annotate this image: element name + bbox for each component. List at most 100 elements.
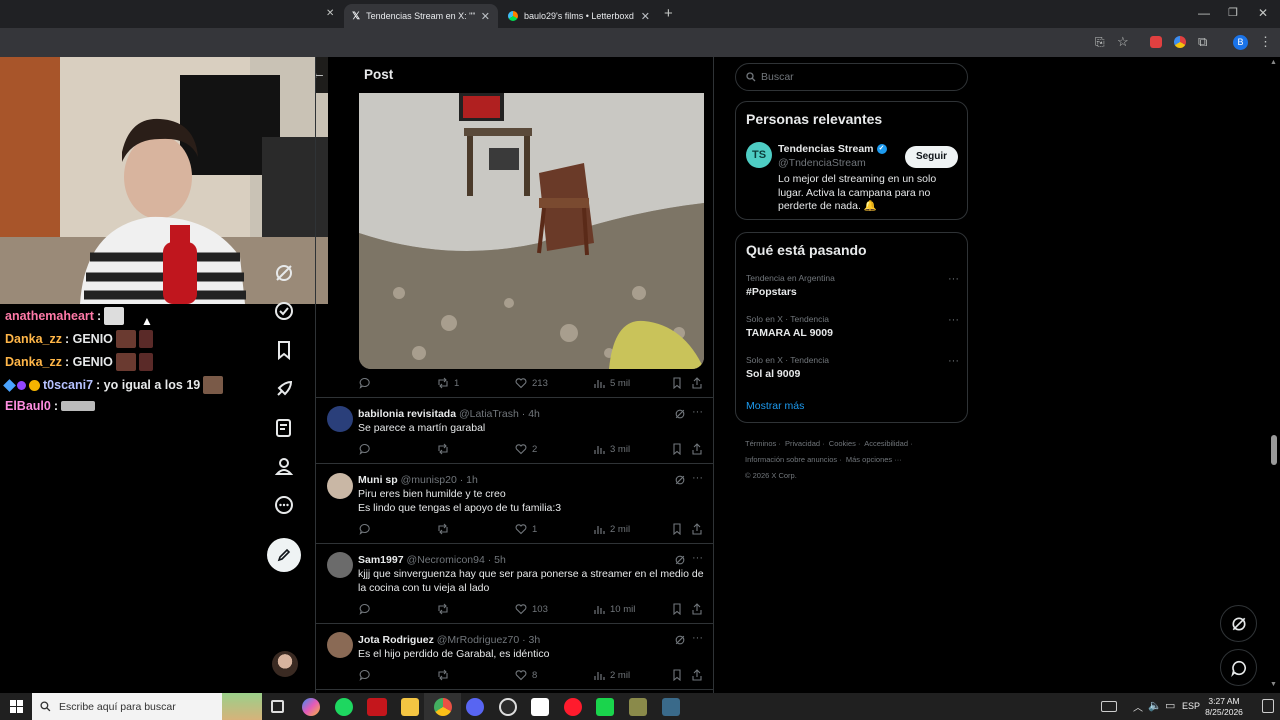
profile-avatar[interactable]: B xyxy=(1233,35,1248,50)
post-media[interactable] xyxy=(359,93,704,369)
more-options-icon[interactable]: ··· xyxy=(692,472,703,484)
share-icon[interactable] xyxy=(691,377,703,389)
reply-button[interactable] xyxy=(359,669,376,681)
grok-icon[interactable] xyxy=(674,554,686,566)
install-app-icon[interactable]: ⎘ xyxy=(1095,35,1105,50)
close-tab-icon[interactable]: ✕ xyxy=(641,10,650,23)
back-arrow-icon[interactable]: ← xyxy=(316,65,326,82)
more-options-icon[interactable]: ··· xyxy=(948,314,959,326)
reply-author[interactable]: Jota Rodriguez xyxy=(358,634,434,646)
keyboard-icon[interactable] xyxy=(1101,701,1117,712)
search-input[interactable]: Buscar xyxy=(761,71,794,83)
bookmark-star-icon[interactable]: ☆ xyxy=(1117,34,1129,50)
share-icon[interactable] xyxy=(691,443,703,455)
windows-start-icon[interactable] xyxy=(10,700,23,713)
like-button[interactable]: 1 xyxy=(515,523,537,535)
reply-button[interactable] xyxy=(359,603,376,615)
window-close-icon[interactable]: ✕ xyxy=(1258,6,1268,20)
more-options-icon[interactable] xyxy=(273,494,295,516)
grok-float-button[interactable] xyxy=(1220,605,1257,642)
scrollbar-thumb[interactable] xyxy=(1271,435,1277,465)
jobs-rocket-icon[interactable] xyxy=(273,378,295,400)
share-icon[interactable] xyxy=(691,523,703,535)
account-avatar[interactable] xyxy=(272,651,298,677)
green-app-icon[interactable] xyxy=(596,698,614,716)
speaker-icon[interactable]: 🔈 xyxy=(1148,699,1162,712)
like-button[interactable]: 2 xyxy=(515,443,537,455)
follow-button[interactable]: Seguir xyxy=(905,146,958,168)
browser-menu-icon[interactable]: ⋮ xyxy=(1259,34,1272,50)
reply-item[interactable]: babilonia revisitada @LatiaTrash · 4h ··… xyxy=(316,398,713,464)
grok-icon[interactable] xyxy=(674,474,686,486)
reply-button[interactable] xyxy=(359,443,376,455)
avatar[interactable]: TS xyxy=(746,142,772,168)
grok-icon[interactable] xyxy=(273,262,295,284)
network-icon[interactable]: ▭ xyxy=(1165,699,1175,712)
spotify-icon[interactable] xyxy=(335,698,353,716)
repost-button[interactable] xyxy=(437,443,454,455)
minimize-icon[interactable]: — xyxy=(1198,6,1210,20)
scroll-up-arrow-icon[interactable]: ▲ xyxy=(1270,59,1277,66)
tab-tendencias-stream[interactable]: 𝕏 Tendencias Stream en X: ""Piru ✕ xyxy=(344,4,498,28)
extension-icon[interactable] xyxy=(1150,36,1162,48)
bookmark-icon[interactable] xyxy=(671,377,683,389)
scroll-down-arrow-icon[interactable]: ▼ xyxy=(1270,681,1277,688)
views-button[interactable]: 3 mil xyxy=(593,443,630,455)
views-button[interactable]: 5 mil xyxy=(593,377,630,389)
reply-author[interactable]: Muni sp xyxy=(358,474,398,486)
streaming-app-icon[interactable] xyxy=(367,698,387,716)
capcut-icon[interactable] xyxy=(531,698,549,716)
more-options-icon[interactable]: ··· xyxy=(692,552,703,564)
avatar[interactable] xyxy=(327,473,353,499)
reply-author[interactable]: babilonia revisitada xyxy=(358,408,456,420)
bookmark-icon[interactable] xyxy=(671,603,683,615)
like-button[interactable]: 103 xyxy=(515,603,548,615)
restore-icon[interactable]: ❐ xyxy=(1228,6,1238,19)
reply-author[interactable]: Sam1997 xyxy=(358,554,404,566)
share-icon[interactable] xyxy=(691,603,703,615)
trend-item[interactable]: Solo en X · Tendencia TAMARA AL 9009 ··· xyxy=(746,314,961,348)
footer-link[interactable]: Términos xyxy=(745,439,776,448)
bookmark-icon[interactable] xyxy=(671,669,683,681)
search-box[interactable]: Buscar xyxy=(735,63,968,91)
verified-orgs-icon[interactable] xyxy=(273,300,295,322)
bookmark-icon[interactable] xyxy=(671,523,683,535)
more-options-icon[interactable]: ··· xyxy=(948,355,959,367)
tab-letterboxd[interactable]: baulo29's films • Letterboxd ✕ xyxy=(500,4,658,28)
trend-item[interactable]: Solo en X · Tendencia Sol al 9009 ··· xyxy=(746,355,961,389)
bookmarks-icon[interactable] xyxy=(273,339,295,361)
footer-link[interactable]: Cookies xyxy=(829,439,856,448)
avatar[interactable] xyxy=(327,406,353,432)
repost-button[interactable] xyxy=(437,523,454,535)
notifications-icon[interactable] xyxy=(1262,699,1274,713)
like-button[interactable]: 8 xyxy=(515,669,537,681)
avatar[interactable] xyxy=(327,552,353,578)
grok-icon[interactable] xyxy=(674,634,686,646)
copilot-icon[interactable] xyxy=(302,698,320,716)
reply-item[interactable]: Sam1997 @Necromicon94 · 5h ··· kjjj que … xyxy=(316,544,713,624)
views-button[interactable]: 10 mil xyxy=(593,603,635,615)
repost-button[interactable]: 1 xyxy=(437,377,459,389)
reply-button[interactable] xyxy=(359,377,376,389)
close-tab-icon[interactable]: ✕ xyxy=(481,10,490,23)
close-tab-icon[interactable]: ✕ xyxy=(326,8,334,19)
views-button[interactable]: 2 mil xyxy=(593,669,630,681)
footer-link[interactable]: Accesibilidad xyxy=(864,439,908,448)
footer-link[interactable]: Más opciones ··· xyxy=(846,455,902,464)
extensions-puzzle-icon[interactable]: ⧉ xyxy=(1198,34,1207,50)
views-button[interactable]: 2 mil xyxy=(593,523,630,535)
bookmark-icon[interactable] xyxy=(671,443,683,455)
show-more-link[interactable]: Mostrar más xyxy=(746,400,804,412)
like-button[interactable]: 213 xyxy=(515,377,548,389)
more-options-icon[interactable]: ··· xyxy=(692,632,703,644)
page-scrollbar[interactable]: ▲ ▼ xyxy=(1268,57,1280,693)
repost-button[interactable] xyxy=(437,603,454,615)
language-indicator[interactable]: ESP xyxy=(1182,701,1200,711)
lists-icon[interactable] xyxy=(273,417,295,439)
app-icon[interactable] xyxy=(629,698,647,716)
footer-link[interactable]: Privacidad xyxy=(785,439,820,448)
taskbar-search[interactable]: Escribe aquí para buscar xyxy=(32,693,262,720)
trend-item[interactable]: Tendencia en Argentina #Popstars ··· xyxy=(746,273,961,307)
profile-name[interactable]: Tendencias Stream ✓ xyxy=(778,143,887,155)
reply-item[interactable]: Muni sp @munisp20 · 1h ··· Piru eres bie… xyxy=(316,464,713,544)
